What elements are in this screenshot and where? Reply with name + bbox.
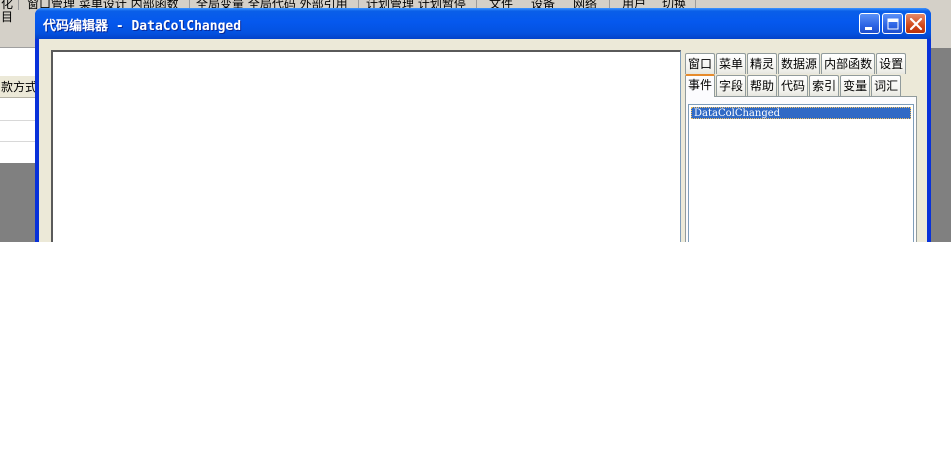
window-title: 代码编辑器 - DataColChanged — [43, 19, 242, 34]
background-grid — [0, 48, 40, 163]
minimize-icon — [865, 27, 872, 30]
background-grid-row — [0, 141, 40, 142]
tab-index[interactable]: 索引 — [809, 75, 840, 96]
tab-internal-functions[interactable]: 内部函数 — [821, 53, 876, 74]
list-item[interactable]: DataColChanged — [691, 107, 911, 119]
background-toolbar-right — [930, 0, 951, 48]
events-tab-panel: DataColChanged — [685, 96, 917, 242]
close-icon — [909, 17, 923, 31]
window-client-area: 窗口 菜单 精灵 数据源 内部函数 设置 事件 字段 帮助 代码 索引 变量 词… — [39, 39, 927, 242]
maximize-icon — [887, 18, 899, 30]
tab-events[interactable]: 事件 — [685, 74, 716, 97]
toolbar-separator — [18, 0, 19, 10]
background-toolbar-item[interactable]: 目 — [1, 8, 13, 25]
minimize-button[interactable] — [859, 13, 880, 34]
maximize-button[interactable] — [882, 13, 903, 34]
tab-settings[interactable]: 设置 — [876, 53, 907, 74]
code-editor-window: 代码编辑器 - DataColChanged 窗口 菜单 精灵 数据源 内部函数… — [35, 8, 931, 242]
tab-fields[interactable]: 字段 — [716, 75, 747, 96]
tab-window[interactable]: 窗口 — [685, 53, 716, 74]
title-bar[interactable]: 代码编辑器 - DataColChanged — [35, 8, 931, 39]
desktop-area: 化 目 窗口管理 菜单设计 内部函数 全局变量 全局代码 外部引用 计划管理 计… — [0, 0, 951, 242]
close-button[interactable] — [905, 13, 926, 34]
tab-menu[interactable]: 菜单 — [716, 53, 747, 74]
tab-code[interactable]: 代码 — [778, 75, 809, 96]
tab-wizard[interactable]: 精灵 — [747, 53, 778, 74]
background-grid-header: 款方式 — [0, 76, 40, 98]
tab-vocabulary[interactable]: 词汇 — [871, 75, 902, 96]
tab-help[interactable]: 帮助 — [747, 75, 778, 96]
background-grid-row — [0, 120, 40, 121]
tab-row-bottom: 事件 字段 帮助 代码 索引 变量 词汇 — [685, 74, 902, 97]
code-editor-textarea[interactable] — [51, 50, 681, 242]
event-listbox[interactable]: DataColChanged — [688, 104, 914, 242]
tab-row-top: 窗口 菜单 精灵 数据源 内部函数 设置 — [685, 53, 907, 74]
tab-variables[interactable]: 变量 — [840, 75, 871, 96]
tab-datasource[interactable]: 数据源 — [778, 53, 821, 74]
